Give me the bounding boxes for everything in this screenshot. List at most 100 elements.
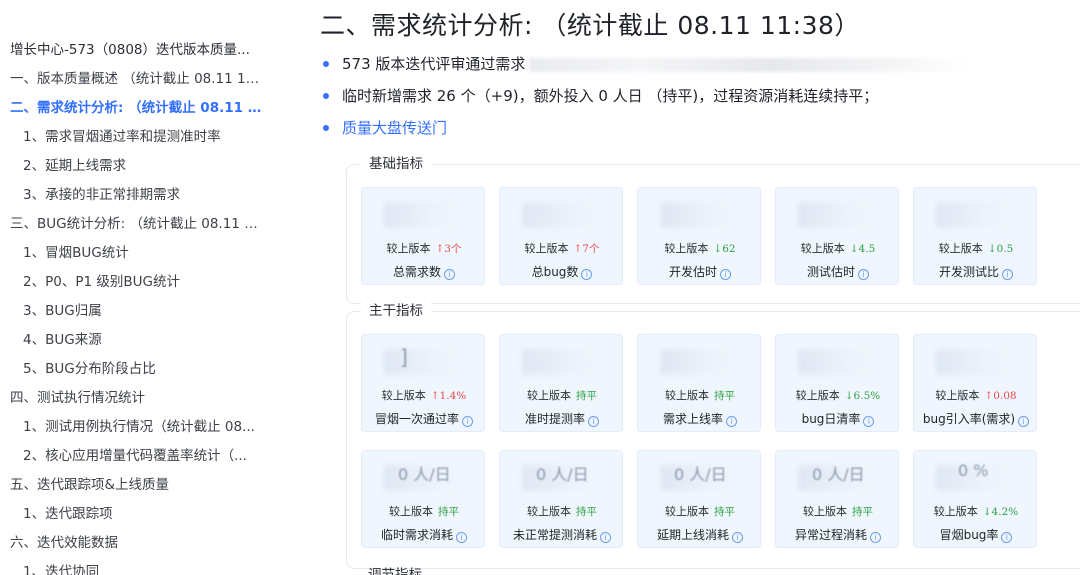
toc-item-smoke-bug[interactable]: 1、冒烟BUG统计	[0, 239, 262, 268]
metric-card-temp-demand-cost[interactable]: 0 人/日 较上版本 持平 临时需求消耗 i	[361, 450, 485, 548]
trend-up-delta: ↑7个	[573, 243, 600, 255]
metric-card-smoke-bug-rate[interactable]: 0 % 较上版本 ↓4.2% 冒烟bug率 i	[913, 450, 1037, 548]
trend-flat-delta: 持平	[438, 506, 459, 518]
metric-card-total-demands[interactable]: 较上版本 ↑3个 总需求数 i	[361, 187, 485, 285]
metric-value-redacted	[384, 202, 464, 228]
metric-value: 0 人/日	[398, 465, 451, 484]
metric-value: 0 人/日	[536, 465, 589, 484]
metric-compare: 较上版本 持平	[527, 505, 597, 518]
toc-item-tracking-items[interactable]: 1、迭代跟踪项	[0, 500, 262, 529]
section-title: 基础指标	[361, 155, 431, 173]
metric-compare: 较上版本 ↑3个	[386, 242, 462, 255]
info-circle-icon[interactable]: i	[588, 416, 599, 427]
toc-item-bug-stage[interactable]: 5、BUG分布阶段占比	[0, 355, 262, 384]
toc-item-version-quality[interactable]: 一、版本质量概述 （统计截止 08.11 11...	[0, 65, 262, 94]
summary-item: 573 版本迭代评审通过需求	[320, 48, 1080, 80]
metric-card-abnormal-process-cost[interactable]: 0 人/日 较上版本 持平 异常过程消耗 i	[775, 450, 899, 548]
metric-compare: 较上版本 ↓62	[664, 242, 736, 255]
metric-name: 总bug数 i	[500, 263, 624, 280]
metric-name: 测试估时 i	[776, 263, 900, 280]
toc-item-testcase-execution[interactable]: 1、测试用例执行情况（统计截止 08...	[0, 413, 262, 442]
info-circle-icon[interactable]: i	[720, 269, 731, 280]
metric-name: 未正常提测消耗 i	[500, 526, 624, 543]
basic-metrics-panel: 基础指标 较上版本 ↑3个 总需求数 i 较上版本 ↑7个 总bug数 i 较上版本 ↓6…	[346, 155, 1080, 304]
metric-compare: 较上版本 持平	[527, 389, 597, 402]
metric-value-redacted	[936, 349, 1016, 375]
metric-value-redacted	[660, 349, 740, 375]
info-circle-icon[interactable]: i	[1001, 532, 1013, 543]
metric-name: 需求上线率 i	[638, 410, 762, 427]
bullet-dot-icon	[323, 125, 329, 131]
metric-card-test-estimate[interactable]: 较上版本 ↓4.5 测试估时 i	[775, 187, 899, 285]
metric-value-redacted	[936, 202, 1016, 228]
metric-card-smoke-pass-rate[interactable]: ] 较上版本 ↑1.4% 冒烟一次通过率 i	[361, 334, 485, 432]
trend-down-delta: ↓6.5%	[844, 390, 881, 402]
trend-up-delta: ↑3个	[435, 243, 462, 255]
summary-item: 临时新增需求 26 个（+9)，额外投入 0 人日 （持平)，过程资源消耗连续持…	[320, 80, 1080, 112]
info-circle-icon[interactable]: i	[581, 269, 593, 280]
summary-text: 临时新增需求 26 个（+9)，额外投入 0 人日 （持平)，过程资源消耗连续持…	[342, 87, 879, 105]
metric-compare: 较上版本 ↑1.4%	[381, 389, 467, 402]
metric-card-dev-estimate[interactable]: 较上版本 ↓62 开发估时 i	[637, 187, 761, 285]
toc-item-smoke-pass-rate[interactable]: 1、需求冒烟通过率和提测准时率	[0, 123, 262, 152]
toc-item-demand-analysis[interactable]: 二、需求统计分析: （统计截止 08.11 1...	[0, 94, 262, 123]
metric-value: 0 人/日	[674, 465, 727, 484]
metric-compare: 较上版本 ↓4.5	[800, 242, 876, 255]
metric-value-redacted	[660, 202, 740, 228]
metric-card-release-rate[interactable]: 较上版本 持平 需求上线率 i	[637, 334, 761, 432]
metric-name: 冒烟一次通过率 i	[362, 410, 486, 427]
toc-item-test-execution[interactable]: 四、测试执行情况统计	[0, 384, 262, 413]
trend-up-delta: ↑0.08	[984, 390, 1017, 402]
trunk-metrics-panel: 主干指标 ] 较上版本 ↑1.4% 冒烟一次通过率 i 较上版本 持平 准时提测率 i …	[346, 302, 1080, 569]
info-circle-icon[interactable]: i	[870, 532, 881, 543]
info-circle-icon[interactable]: i	[863, 416, 875, 427]
metric-card-delay-release-cost[interactable]: 0 人/日 较上版本 持平 延期上线消耗 i	[637, 450, 761, 548]
metric-name: 临时需求消耗 i	[362, 526, 486, 543]
metric-name: 准时提测率 i	[500, 410, 624, 427]
toc-item-iteration-tracking[interactable]: 五、迭代跟踪项&上线质量	[0, 471, 262, 500]
metric-value: ]	[400, 345, 408, 369]
metric-card-ontime-test-rate[interactable]: 较上版本 持平 准时提测率 i	[499, 334, 623, 432]
info-circle-icon[interactable]: i	[858, 269, 869, 280]
metric-compare: 较上版本 ↑7个	[524, 242, 600, 255]
metric-card-bug-intro-rate[interactable]: 较上版本 ↑0.08 bug引入率(需求) i	[913, 334, 1037, 432]
info-circle-icon[interactable]: i	[732, 532, 743, 543]
metric-name: 延期上线消耗 i	[638, 526, 762, 543]
metric-card-dev-test-ratio[interactable]: 较上版本 ↓0.5 开发测试比 i	[913, 187, 1037, 285]
metric-value-redacted	[522, 349, 602, 375]
info-circle-icon[interactable]: i	[600, 532, 611, 543]
metric-compare: 较上版本 持平	[665, 389, 735, 402]
toc-item-p0-p1-bug[interactable]: 2、P0、P1 级别BUG统计	[0, 268, 262, 297]
info-circle-icon[interactable]: i	[1018, 416, 1030, 427]
trend-flat-delta: 持平	[576, 390, 597, 402]
trend-flat-delta: 持平	[852, 506, 873, 518]
metric-value: 0 人/日	[812, 465, 865, 484]
bullet-dot-icon	[323, 93, 329, 99]
metric-value-redacted	[798, 349, 878, 375]
info-circle-icon[interactable]: i	[726, 416, 737, 427]
metric-name: 冒烟bug率 i	[914, 526, 1038, 543]
metric-card-bug-daily-clear[interactable]: 较上版本 ↓6.5% bug日清率 i	[775, 334, 899, 432]
toc-item-delayed-release[interactable]: 2、延期上线需求	[0, 152, 262, 181]
toc-item-bug-owner[interactable]: 3、BUG归属	[0, 297, 262, 326]
toc-item-doc-title[interactable]: 增长中心-573（0808）迭代版本质量...	[0, 36, 262, 65]
metric-compare: 较上版本 持平	[665, 505, 735, 518]
metric-compare: 较上版本 ↑0.08	[935, 389, 1017, 402]
info-circle-icon[interactable]: i	[444, 269, 455, 280]
metric-compare: 较上版本 持平	[389, 505, 459, 518]
toc-item-collaboration[interactable]: 1、迭代协同	[0, 558, 262, 575]
toc-item-bug-source[interactable]: 4、BUG来源	[0, 326, 262, 355]
quality-dashboard-link[interactable]: 质量大盘传送门	[342, 119, 447, 137]
info-circle-icon[interactable]: i	[1002, 269, 1013, 280]
info-circle-icon[interactable]: i	[462, 416, 473, 427]
metric-card-total-bugs[interactable]: 较上版本 ↑7个 总bug数 i	[499, 187, 623, 285]
info-circle-icon[interactable]: i	[456, 532, 467, 543]
page-title: 二、需求统计分析: （统计截止 08.11 11:38）	[320, 11, 860, 40]
toc-item-abnormal-schedule[interactable]: 3、承接的非正常排期需求	[0, 181, 262, 210]
toc-item-bug-analysis[interactable]: 三、BUG统计分析: （统计截止 08.11 1...	[0, 210, 262, 239]
metric-card-abnormal-test-cost[interactable]: 0 人/日 较上版本 持平 未正常提测消耗 i	[499, 450, 623, 548]
redacted-block	[529, 57, 970, 72]
toc-item-code-coverage[interactable]: 2、核心应用增量代码覆盖率统计（...	[0, 442, 262, 471]
trend-down-delta: ↓0.5	[987, 243, 1014, 255]
toc-item-efficiency[interactable]: 六、迭代效能数据	[0, 529, 262, 558]
